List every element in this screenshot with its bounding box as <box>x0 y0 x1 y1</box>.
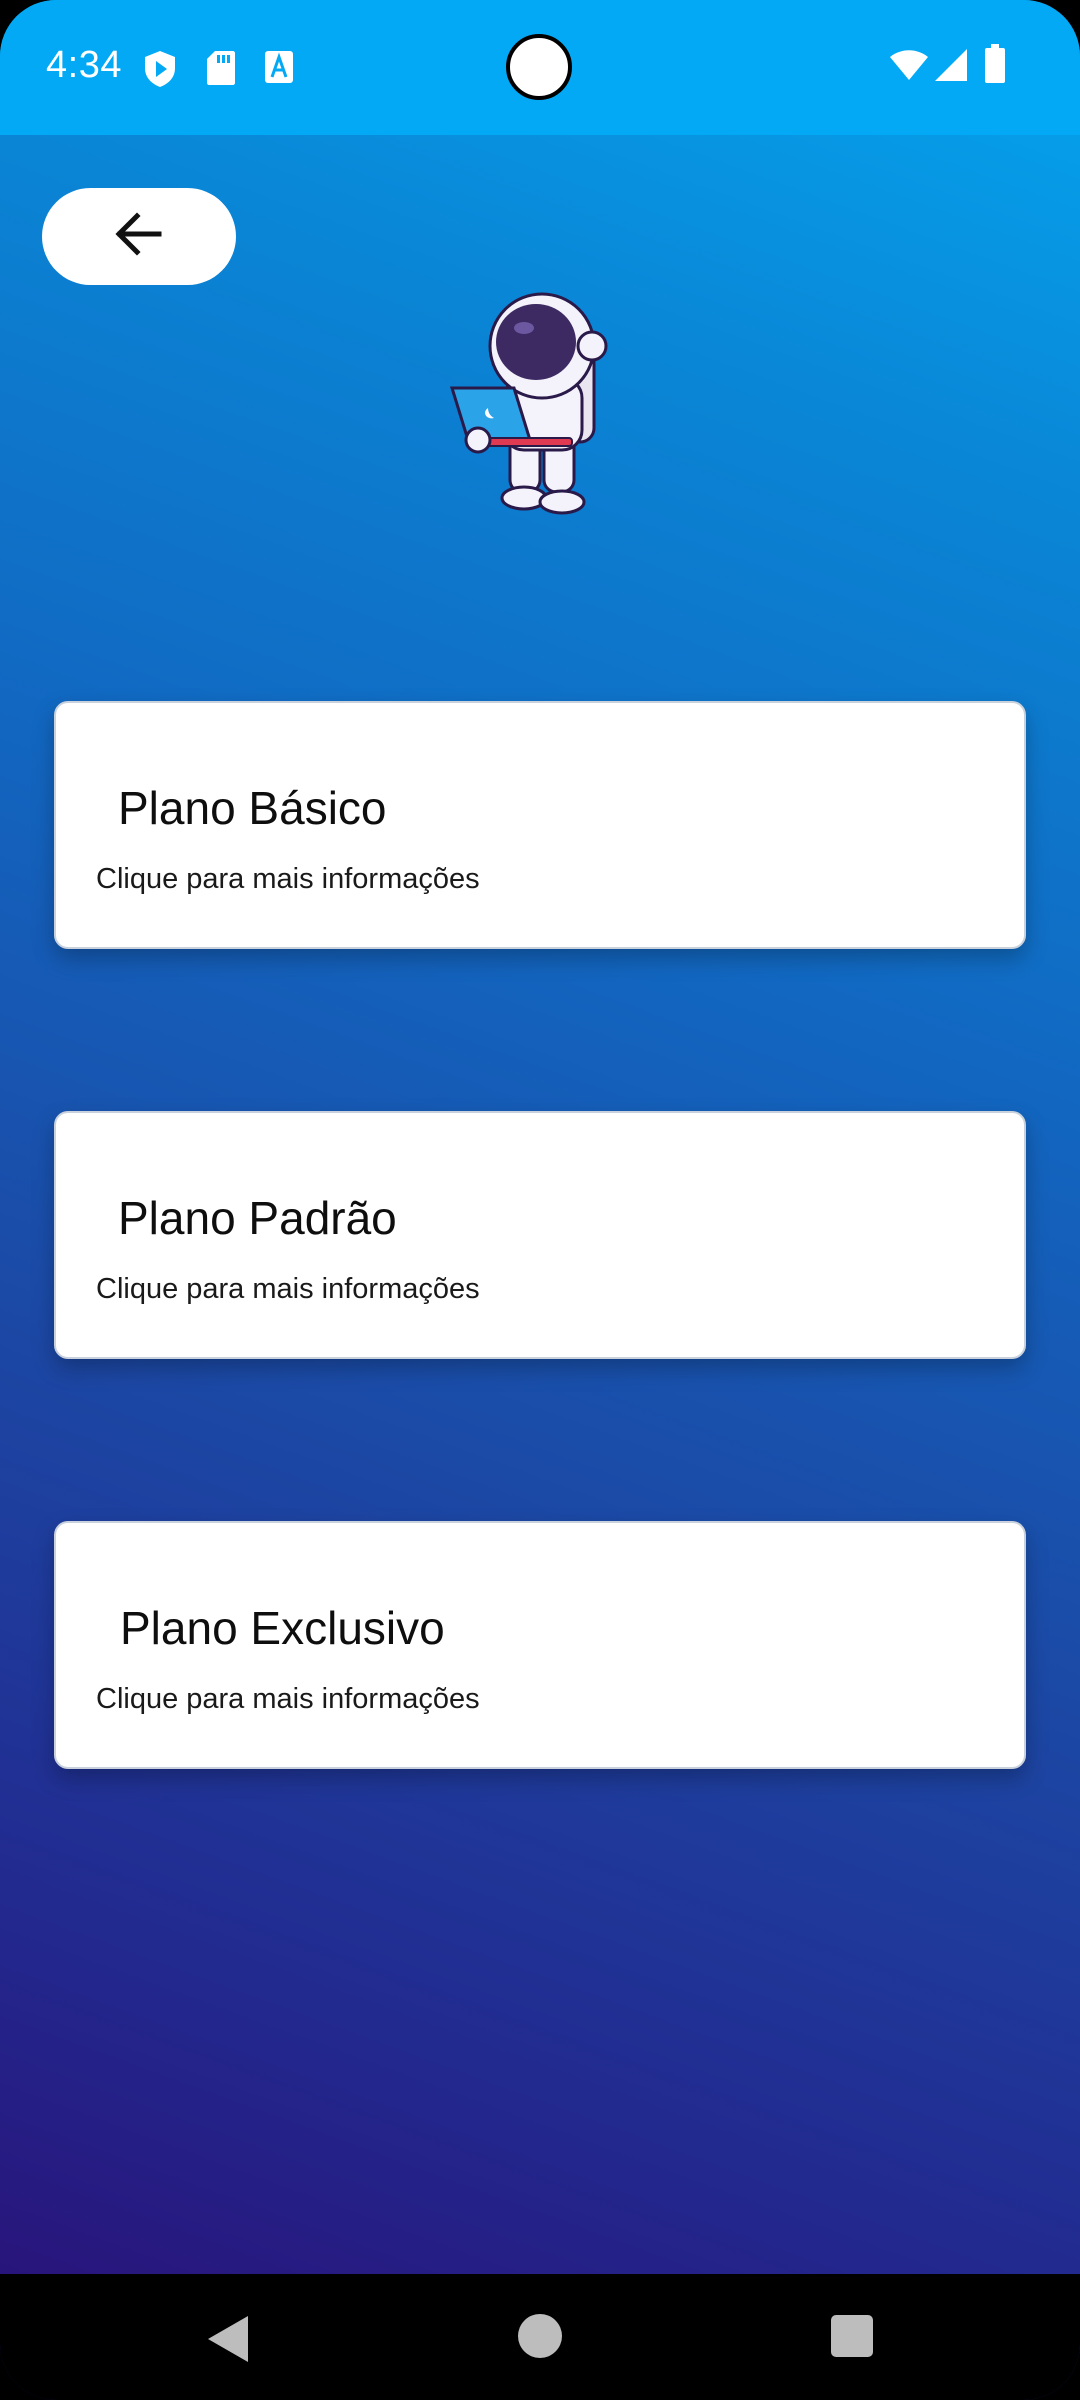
camera-cutout <box>506 34 572 100</box>
astronaut-illustration <box>448 290 618 520</box>
plan-title: Plano Exclusivo <box>120 1602 445 1654</box>
app-screen: 4:34 Plano Básico Clique para mais infor… <box>0 0 1080 2400</box>
arrow-left-icon <box>115 212 163 261</box>
wifi-icon <box>889 48 929 87</box>
plan-title: Plano Básico <box>118 782 387 834</box>
shield-play-icon <box>143 50 177 93</box>
system-nav-bar <box>0 2274 1080 2400</box>
signal-icon <box>934 48 968 87</box>
back-triangle-icon[interactable] <box>204 2314 250 2369</box>
plan-subtitle: Clique para mais informações <box>96 863 480 895</box>
home-circle-icon[interactable] <box>516 2312 564 2365</box>
status-time: 4:34 <box>46 44 122 86</box>
text-a-icon <box>264 50 294 89</box>
plan-subtitle: Clique para mais informações <box>96 1273 480 1305</box>
back-button[interactable] <box>42 188 236 285</box>
plan-card-basico[interactable]: Plano Básico Clique para mais informaçõe… <box>54 701 1026 949</box>
status-bar: 4:34 <box>0 0 1080 135</box>
plan-subtitle: Clique para mais informações <box>96 1683 480 1715</box>
plan-card-exclusivo[interactable]: Plano Exclusivo Clique para mais informa… <box>54 1521 1026 1769</box>
sd-card-icon <box>206 50 236 91</box>
plan-card-padrao[interactable]: Plano Padrão Clique para mais informaçõe… <box>54 1111 1026 1359</box>
plan-title: Plano Padrão <box>118 1192 397 1244</box>
battery-icon <box>984 44 1006 89</box>
recents-square-icon[interactable] <box>830 2314 874 2363</box>
